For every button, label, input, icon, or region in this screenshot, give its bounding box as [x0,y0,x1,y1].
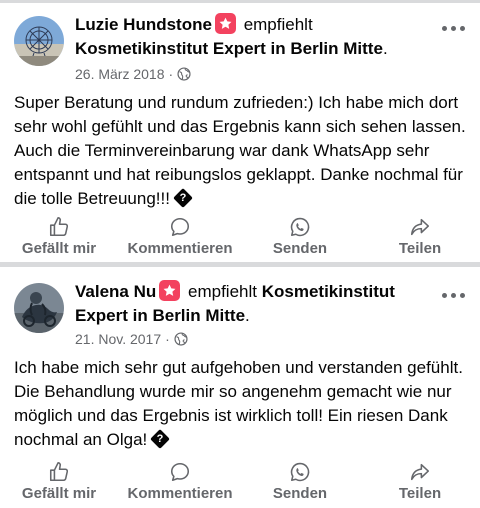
post-meta: 26. März 2018 · [75,65,191,85]
action-bar: Gefällt mir Kommentieren Senden Teilen [0,216,480,260]
recommend-verb: empfiehlt [243,15,313,34]
comment-label: Kommentieren [127,240,233,257]
post-date[interactable]: 21. Nov. 2017 [75,331,161,347]
like-button[interactable]: Gefällt mir [14,216,104,260]
like-label: Gefällt mir [21,240,97,257]
avatar[interactable] [14,283,64,333]
like-label: Gefällt mir [21,485,97,502]
more-options-icon[interactable] [442,23,466,33]
recommendation-post: Valena Nu empfiehlt Kosmetikinstitut Exp… [0,267,480,508]
missing-emoji-glyph: ? [173,188,193,208]
share-label: Teilen [398,240,442,257]
comment-button[interactable]: Kommentieren [120,461,240,505]
more-options-icon[interactable] [442,290,466,300]
share-button[interactable]: Teilen [388,216,452,260]
author-name[interactable]: Luzie Hundstone [75,15,212,34]
avatar[interactable] [14,16,64,66]
share-arrow-icon [410,463,430,481]
meta-separator: · [168,66,174,82]
recommendation-post: Luzie Hundstone empfiehlt Kosmetikinstit… [0,3,480,262]
page-suffix: . [245,306,250,325]
send-label: Senden [272,240,328,257]
star-badge-icon [159,280,181,301]
missing-emoji-glyph: ? [150,429,171,449]
comment-button[interactable]: Kommentieren [120,216,240,260]
post-header: Valena Nu empfiehlt Kosmetikinstitut Exp… [75,280,434,328]
action-bar: Gefällt mir Kommentieren Senden Teilen [0,461,480,505]
post-date[interactable]: 26. März 2018 [75,66,165,82]
share-arrow-icon [410,218,430,236]
speech-bubble-icon [170,462,190,482]
author-name[interactable]: Valena Nu [75,282,156,301]
post-body: Ich habe mich sehr gut aufgehoben und ve… [14,358,463,449]
globe-icon [177,67,191,85]
star-badge-icon [214,13,236,34]
page-name[interactable]: Kosmetikinstitut Expert in Berlin Mitte [75,39,383,58]
post-text: Super Beratung und rundum zufrieden:) Ic… [14,91,466,211]
send-button[interactable]: Senden [264,461,336,505]
post-meta: 21. Nov. 2017 · [75,330,188,350]
thumbs-up-icon [49,462,69,482]
whatsapp-icon [290,462,310,482]
send-button[interactable]: Senden [264,216,336,260]
whatsapp-icon [290,217,310,237]
post-text: Ich habe mich sehr gut aufgehoben und ve… [14,356,466,452]
share-label: Teilen [398,485,442,502]
page-suffix: . [382,39,388,58]
thumbs-up-icon [49,217,69,237]
like-button[interactable]: Gefällt mir [14,461,104,505]
post-header: Luzie Hundstone empfiehlt Kosmetikinstit… [75,13,434,61]
share-button[interactable]: Teilen [388,461,452,505]
speech-bubble-icon [170,217,190,237]
recommend-verb: empfiehlt [188,282,257,301]
meta-separator: · [165,331,170,347]
send-label: Senden [272,485,328,502]
comment-label: Kommentieren [127,485,233,502]
post-body: Super Beratung und rundum zufrieden:) Ic… [14,93,466,208]
globe-icon [174,332,188,350]
